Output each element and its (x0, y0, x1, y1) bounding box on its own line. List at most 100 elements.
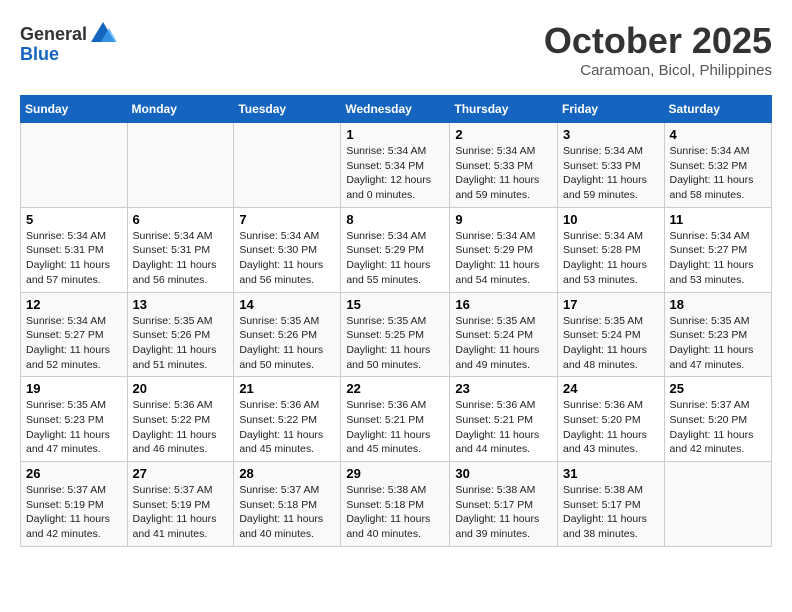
day-number: 2 (455, 127, 552, 142)
calendar-cell: 18 Sunrise: 5:35 AMSunset: 5:23 PMDayligh… (664, 292, 771, 377)
day-number: 28 (239, 466, 335, 481)
day-number: 27 (133, 466, 229, 481)
day-number: 31 (563, 466, 659, 481)
weekday-header-friday: Friday (558, 96, 665, 123)
calendar-cell: 17Sunrise: 5:35 AMSunset: 5:24 PMDayligh… (558, 292, 665, 377)
calendar-cell: 25 Sunrise: 5:37 AMSunset: 5:20 PMDayligh… (664, 377, 771, 462)
day-info: Sunrise: 5:35 AMSunset: 5:23 PMDaylight:… (670, 314, 766, 373)
day-info: Sunrise: 5:34 AMSunset: 5:33 PMDaylight:… (455, 144, 552, 203)
calendar-cell: 20Sunrise: 5:36 AMSunset: 5:22 PMDayligh… (127, 377, 234, 462)
day-number: 8 (346, 212, 444, 227)
day-info: Sunrise: 5:37 AMSunset: 5:19 PMDaylight:… (133, 483, 229, 542)
day-number: 14 (239, 297, 335, 312)
day-number: 20 (133, 381, 229, 396)
day-number: 15 (346, 297, 444, 312)
logo-icon (89, 20, 117, 48)
day-info: Sunrise: 5:35 AMSunset: 5:26 PMDaylight:… (239, 314, 335, 373)
day-number: 13 (133, 297, 229, 312)
calendar-cell (664, 462, 771, 547)
calendar-week-1: 1 Sunrise: 5:34 AMSunset: 5:34 PMDaylight… (21, 123, 772, 208)
day-info: Sunrise: 5:37 AMSunset: 5:18 PMDaylight:… (239, 483, 335, 542)
day-number: 1 (346, 127, 444, 142)
day-number: 9 (455, 212, 552, 227)
calendar-cell: 2 Sunrise: 5:34 AMSunset: 5:33 PMDaylight… (450, 123, 558, 208)
day-number: 29 (346, 466, 444, 481)
day-info: Sunrise: 5:35 AMSunset: 5:26 PMDaylight:… (133, 314, 229, 373)
weekday-header-row: SundayMondayTuesdayWednesdayThursdayFrid… (21, 96, 772, 123)
day-number: 24 (563, 381, 659, 396)
day-info: Sunrise: 5:34 AMSunset: 5:28 PMDaylight:… (563, 229, 659, 288)
day-info: Sunrise: 5:35 AMSunset: 5:25 PMDaylight:… (346, 314, 444, 373)
calendar-cell: 11 Sunrise: 5:34 AMSunset: 5:27 PMDayligh… (664, 207, 771, 292)
day-number: 26 (26, 466, 122, 481)
calendar-week-5: 26 Sunrise: 5:37 AMSunset: 5:19 PMDayligh… (21, 462, 772, 547)
day-number: 19 (26, 381, 122, 396)
location-title: Caramoan, Bicol, Philippines (544, 62, 772, 79)
page-header: General Blue October 2025 Caramoan, Bico… (20, 20, 772, 79)
calendar-cell: 10 Sunrise: 5:34 AMSunset: 5:28 PMDayligh… (558, 207, 665, 292)
calendar-cell: 26 Sunrise: 5:37 AMSunset: 5:19 PMDayligh… (21, 462, 128, 547)
day-info: Sunrise: 5:38 AMSunset: 5:18 PMDaylight:… (346, 483, 444, 542)
day-number: 25 (670, 381, 766, 396)
day-info: Sunrise: 5:38 AMSunset: 5:17 PMDaylight:… (455, 483, 552, 542)
calendar-week-3: 12 Sunrise: 5:34 AMSunset: 5:27 PMDayligh… (21, 292, 772, 377)
day-number: 12 (26, 297, 122, 312)
calendar-table: SundayMondayTuesdayWednesdayThursdayFrid… (20, 95, 772, 547)
day-number: 6 (133, 212, 229, 227)
day-info: Sunrise: 5:37 AMSunset: 5:20 PMDaylight:… (670, 398, 766, 457)
weekday-header-monday: Monday (127, 96, 234, 123)
calendar-cell: 12 Sunrise: 5:34 AMSunset: 5:27 PMDayligh… (21, 292, 128, 377)
calendar-cell: 15 Sunrise: 5:35 AMSunset: 5:25 PMDayligh… (341, 292, 450, 377)
calendar-cell: 29 Sunrise: 5:38 AMSunset: 5:18 PMDayligh… (341, 462, 450, 547)
day-info: Sunrise: 5:34 AMSunset: 5:27 PMDaylight:… (670, 229, 766, 288)
day-info: Sunrise: 5:36 AMSunset: 5:20 PMDaylight:… (563, 398, 659, 457)
day-info: Sunrise: 5:34 AMSunset: 5:27 PMDaylight:… (26, 314, 122, 373)
day-info: Sunrise: 5:35 AMSunset: 5:24 PMDaylight:… (455, 314, 552, 373)
logo-general: General (20, 24, 87, 45)
calendar-cell: 4 Sunrise: 5:34 AMSunset: 5:32 PMDaylight… (664, 123, 771, 208)
calendar-cell: 3 Sunrise: 5:34 AMSunset: 5:33 PMDaylight… (558, 123, 665, 208)
calendar-cell: 22Sunrise: 5:36 AMSunset: 5:21 PMDayligh… (341, 377, 450, 462)
title-block: October 2025 Caramoan, Bicol, Philippine… (544, 20, 772, 79)
day-number: 11 (670, 212, 766, 227)
calendar-cell: 16 Sunrise: 5:35 AMSunset: 5:24 PMDayligh… (450, 292, 558, 377)
weekday-header-sunday: Sunday (21, 96, 128, 123)
day-info: Sunrise: 5:38 AMSunset: 5:17 PMDaylight:… (563, 483, 659, 542)
weekday-header-tuesday: Tuesday (234, 96, 341, 123)
calendar-cell: 5Sunrise: 5:34 AMSunset: 5:31 PMDaylight… (21, 207, 128, 292)
day-number: 16 (455, 297, 552, 312)
day-number: 10 (563, 212, 659, 227)
day-number: 23 (455, 381, 552, 396)
calendar-cell: 1 Sunrise: 5:34 AMSunset: 5:34 PMDaylight… (341, 123, 450, 208)
weekday-header-thursday: Thursday (450, 96, 558, 123)
calendar-cell: 27 Sunrise: 5:37 AMSunset: 5:19 PMDayligh… (127, 462, 234, 547)
day-info: Sunrise: 5:34 AMSunset: 5:34 PMDaylight:… (346, 144, 444, 203)
calendar-cell: 9 Sunrise: 5:34 AMSunset: 5:29 PMDaylight… (450, 207, 558, 292)
calendar-cell: 7Sunrise: 5:34 AMSunset: 5:30 PMDaylight… (234, 207, 341, 292)
weekday-header-saturday: Saturday (664, 96, 771, 123)
day-number: 17 (563, 297, 659, 312)
calendar-cell: 24 Sunrise: 5:36 AMSunset: 5:20 PMDayligh… (558, 377, 665, 462)
logo: General Blue (20, 20, 117, 65)
calendar-body: 1 Sunrise: 5:34 AMSunset: 5:34 PMDaylight… (21, 123, 772, 547)
day-info: Sunrise: 5:36 AMSunset: 5:22 PMDaylight:… (239, 398, 335, 457)
day-info: Sunrise: 5:36 AMSunset: 5:21 PMDaylight:… (346, 398, 444, 457)
day-info: Sunrise: 5:34 AMSunset: 5:32 PMDaylight:… (670, 144, 766, 203)
day-number: 3 (563, 127, 659, 142)
day-info: Sunrise: 5:34 AMSunset: 5:29 PMDaylight:… (455, 229, 552, 288)
calendar-cell: 30Sunrise: 5:38 AMSunset: 5:17 PMDayligh… (450, 462, 558, 547)
day-info: Sunrise: 5:34 AMSunset: 5:31 PMDaylight:… (133, 229, 229, 288)
day-number: 18 (670, 297, 766, 312)
calendar-cell: 21Sunrise: 5:36 AMSunset: 5:22 PMDayligh… (234, 377, 341, 462)
day-info: Sunrise: 5:35 AMSunset: 5:23 PMDaylight:… (26, 398, 122, 457)
calendar-header: SundayMondayTuesdayWednesdayThursdayFrid… (21, 96, 772, 123)
day-info: Sunrise: 5:37 AMSunset: 5:19 PMDaylight:… (26, 483, 122, 542)
day-info: Sunrise: 5:34 AMSunset: 5:33 PMDaylight:… (563, 144, 659, 203)
calendar-week-4: 19 Sunrise: 5:35 AMSunset: 5:23 PMDayligh… (21, 377, 772, 462)
calendar-cell: 13 Sunrise: 5:35 AMSunset: 5:26 PMDayligh… (127, 292, 234, 377)
calendar-cell: 19 Sunrise: 5:35 AMSunset: 5:23 PMDayligh… (21, 377, 128, 462)
calendar-cell: 31 Sunrise: 5:38 AMSunset: 5:17 PMDayligh… (558, 462, 665, 547)
calendar-cell: 14 Sunrise: 5:35 AMSunset: 5:26 PMDayligh… (234, 292, 341, 377)
day-info: Sunrise: 5:36 AMSunset: 5:21 PMDaylight:… (455, 398, 552, 457)
day-number: 4 (670, 127, 766, 142)
